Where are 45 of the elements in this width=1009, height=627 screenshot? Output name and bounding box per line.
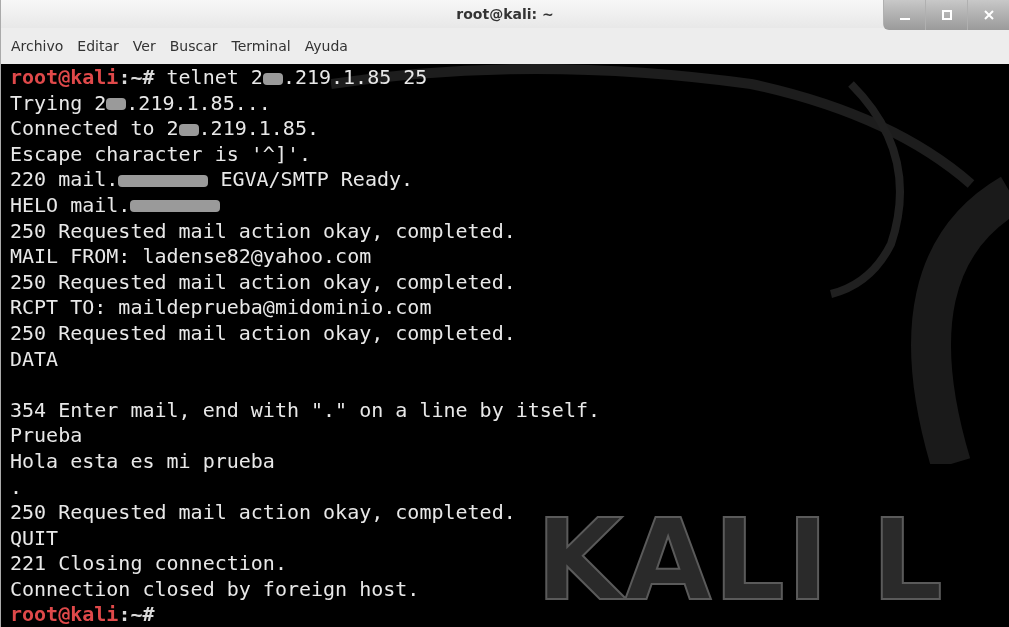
terminal-text: Prueba: [10, 423, 83, 448]
terminal-text: MAIL FROM: ladense82@yahoo.com: [10, 244, 372, 269]
terminal-text: 250 Requested mail action okay, completed.: [10, 500, 516, 525]
terminal-text: Hola esta es mi prueba: [10, 448, 275, 473]
terminal-text: telnet 2: [165, 65, 263, 89]
blurred-block: [178, 123, 199, 136]
close-button[interactable]: [967, 0, 1009, 30]
terminal-text: HELO mail.: [10, 192, 131, 217]
terminal-text: DATA: [10, 346, 59, 371]
menu-item[interactable]: Editar: [77, 35, 119, 57]
terminal-text: .219.1.85...: [126, 90, 271, 115]
menu-item[interactable]: Buscar: [169, 35, 218, 57]
terminal-text: .: [10, 474, 23, 499]
prompt-user: root@kali: [10, 65, 119, 89]
terminal-text: EGVA/SMTP Ready.: [219, 167, 414, 192]
minimize-button[interactable]: [883, 0, 925, 30]
blurred-block: [106, 98, 127, 111]
menu-item[interactable]: Archivo: [11, 35, 64, 57]
maximize-button[interactable]: [925, 0, 967, 30]
terminal-text: .219.1.85.: [198, 116, 319, 141]
menu-item[interactable]: Ayuda: [304, 35, 348, 57]
close-icon: [982, 9, 995, 21]
menu-item[interactable]: Terminal: [231, 35, 291, 57]
terminal-text: QUIT: [10, 525, 59, 550]
terminal-text: 250 Requested mail action okay, completed.: [10, 320, 516, 345]
terminal-text: Trying 2: [10, 90, 107, 115]
terminal-text: 250 Requested mail action okay, completed.: [10, 218, 516, 243]
prompt-path: :~#: [118, 65, 155, 89]
prompt-path: :~#: [118, 602, 155, 627]
terminal-text: Connected to 2: [10, 116, 179, 141]
prompt-user: root@kali: [10, 602, 119, 627]
terminal-text: Escape character is '^]'.: [10, 141, 312, 166]
blurred-block: [262, 72, 283, 85]
terminal-text: 250 Requested mail action okay, completed.: [10, 269, 516, 294]
terminal-text: 220 mail.: [10, 167, 119, 192]
maximize-icon: [940, 9, 953, 21]
menu-item[interactable]: Ver: [132, 35, 156, 57]
minimize-icon: [899, 18, 910, 20]
logo-text: KALI L: [536, 504, 945, 616]
terminal-text: 221 Closing connection.: [10, 551, 287, 576]
window-title: root@kali: ~: [456, 4, 554, 24]
terminal-text: RCPT TO: maildeprueba@midominio.com: [10, 295, 432, 320]
terminal-text: .219.1.85 25: [282, 65, 428, 89]
terminal-text: Connection closed by foreign host.: [10, 576, 420, 601]
terminal-text: 354 Enter mail, end with "." on a line by itself.: [10, 397, 600, 422]
